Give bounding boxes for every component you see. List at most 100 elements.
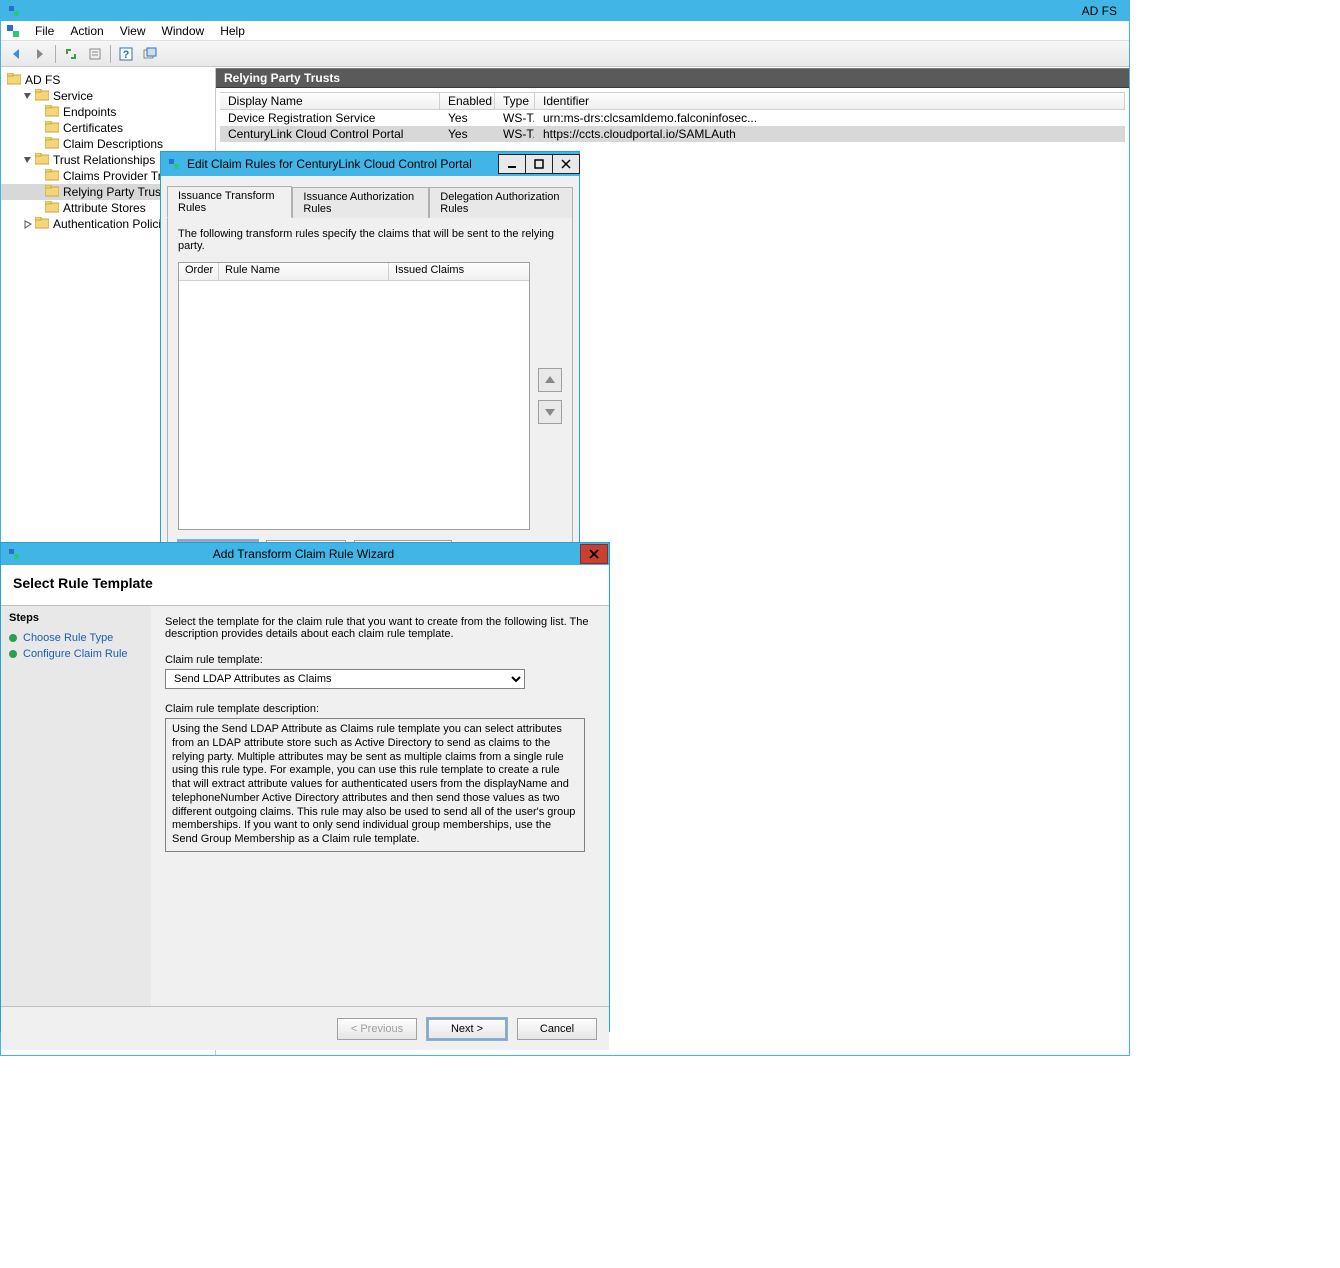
folder-icon [45,105,59,119]
refresh-button[interactable] [60,43,82,65]
rule-list-header: Order Rule Name Issued Claims [179,263,529,281]
move-up-button[interactable] [538,368,562,392]
tab-panel: The following transform rules specify th… [167,218,573,573]
help-button[interactable]: ? [115,43,137,65]
toolbar-separator [110,45,111,63]
collapse-icon[interactable] [23,92,32,101]
expand-icon[interactable] [23,220,32,229]
wizard-steps-pane: Steps Choose Rule Type Configure Claim R… [1,606,151,1006]
list-header: Display Name Enabled Type Identifier [220,92,1125,110]
close-button[interactable] [552,154,580,174]
new-window-button[interactable] [139,43,161,65]
wizard-title-bar[interactable]: Add Transform Claim Rule Wizard [1,543,609,565]
step-label: Choose Rule Type [23,632,113,644]
next-button[interactable]: Next > [427,1018,507,1040]
step-configure-claim-rule[interactable]: Configure Claim Rule [9,646,143,662]
tabstrip: Issuance Transform Rules Issuance Author… [167,186,573,218]
folder-icon [35,89,49,103]
tab-issuance-transform[interactable]: Issuance Transform Rules [167,186,292,218]
folder-icon [45,185,59,199]
forward-button[interactable] [29,43,51,65]
close-button[interactable] [580,544,608,564]
tree-claim-descriptions[interactable]: Claim Descriptions [1,136,215,152]
rule-list[interactable]: Order Rule Name Issued Claims [178,262,530,530]
folder-icon [35,217,49,231]
tree-trust-rel-label: Trust Relationships [53,153,155,167]
col-order[interactable]: Order [179,263,219,280]
tree-certificates[interactable]: Certificates [1,120,215,136]
cell-display: Device Registration Service [220,110,440,126]
menu-view[interactable]: View [112,22,154,40]
step-bullet-icon [9,634,17,642]
add-transform-rule-wizard: Add Transform Claim Rule Wizard Select R… [0,542,610,1032]
tree-root-label: AD FS [25,73,60,87]
tree-claim-desc-label: Claim Descriptions [63,137,163,151]
claim-rule-template-select[interactable]: Send LDAP Attributes as Claims [165,669,525,689]
collapse-icon[interactable] [23,156,32,165]
maximize-button[interactable] [525,154,553,174]
tree-service[interactable]: Service [1,88,215,104]
edit-claim-rules-dialog: Edit Claim Rules for CenturyLink Cloud C… [160,151,580,557]
step-bullet-icon [9,650,17,658]
minimize-button[interactable] [498,154,526,174]
template-description-box: Using the Send LDAP Attribute as Claims … [165,718,585,852]
back-button[interactable] [5,43,27,65]
menu-help[interactable]: Help [212,22,253,40]
template-desc-label: Claim rule template description: [165,703,595,715]
col-issued-claims[interactable]: Issued Claims [389,263,529,280]
list-row[interactable]: CenturyLink Cloud Control Portal Yes WS-… [220,126,1125,142]
cell-enabled: Yes [440,110,495,126]
tree-endpoints[interactable]: Endpoints [1,104,215,120]
step-choose-rule-type[interactable]: Choose Rule Type [9,630,143,646]
col-type[interactable]: Type [495,93,535,109]
menu-file[interactable]: File [27,22,62,40]
cell-enabled: Yes [440,126,495,142]
menu-window[interactable]: Window [154,22,213,40]
wizard-main-pane: Select the template for the claim rule t… [151,606,609,1006]
main-title-bar: AD FS [1,1,1129,21]
svg-text:?: ? [123,49,130,61]
folder-icon [7,73,21,87]
tree-relying-party-label: Relying Party Trusts [63,185,170,199]
menu-action[interactable]: Action [62,22,111,40]
tree-endpoints-label: Endpoints [63,105,116,119]
wizard-title: Add Transform Claim Rule Wizard [27,547,580,561]
dialog-title-bar[interactable]: Edit Claim Rules for CenturyLink Cloud C… [161,152,579,176]
list-row[interactable]: Device Registration Service Yes WS-T... … [220,110,1125,126]
tab-delegation-auth[interactable]: Delegation Authorization Rules [429,187,573,218]
folder-icon [45,137,59,151]
toolbar: ? [1,41,1129,67]
steps-title: Steps [9,612,143,624]
wizard-header: Select Rule Template [1,565,609,606]
adfs-icon [7,547,21,561]
properties-button[interactable] [84,43,106,65]
list-body: Device Registration Service Yes WS-T... … [220,110,1125,142]
step-label: Configure Claim Rule [23,648,128,660]
toolbar-separator [55,45,56,63]
cell-identifier: urn:ms-drs:clcsamldemo.falconinfosec... [535,110,1125,126]
wizard-intro-text: Select the template for the claim rule t… [165,616,595,640]
cell-identifier: https://ccts.cloudportal.io/SAMLAuth [535,126,1125,142]
folder-icon [45,121,59,135]
cancel-button[interactable]: Cancel [517,1018,597,1040]
tree-root[interactable]: AD FS [1,72,215,88]
panel-description: The following transform rules specify th… [178,228,562,252]
reorder-buttons [538,262,562,530]
adfs-icon [167,157,181,171]
folder-icon [45,169,59,183]
move-down-button[interactable] [538,400,562,424]
col-rule-name[interactable]: Rule Name [219,263,389,280]
cell-type: WS-T... [495,110,535,126]
tree-attr-stores-label: Attribute Stores [63,201,146,215]
content-header: Relying Party Trusts [216,68,1129,88]
dialog-title: Edit Claim Rules for CenturyLink Cloud C… [187,157,498,171]
adfs-menu-icon [5,23,21,39]
col-enabled[interactable]: Enabled [440,93,495,109]
folder-icon [35,153,49,167]
cell-display: CenturyLink Cloud Control Portal [220,126,440,142]
previous-button: < Previous [337,1018,417,1040]
tab-issuance-auth[interactable]: Issuance Authorization Rules [292,187,429,218]
col-identifier[interactable]: Identifier [535,93,1125,109]
tree-service-label: Service [53,89,93,103]
col-display-name[interactable]: Display Name [220,93,440,109]
